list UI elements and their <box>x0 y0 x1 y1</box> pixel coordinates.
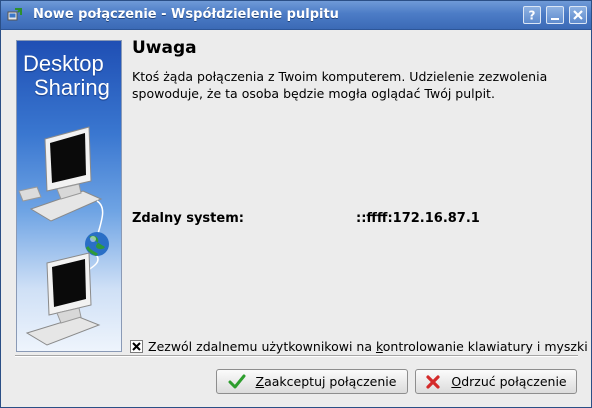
minimize-icon <box>551 18 559 20</box>
remote-system-label: Zdalny system: <box>132 211 244 226</box>
cross-icon <box>425 374 441 390</box>
title-bar[interactable]: Nowe połączenie - Współdzielenie pulpitu… <box>1 1 591 30</box>
allow-control-label[interactable]: Zezwól zdalnemu użytkownikowi na kontrol… <box>148 339 588 354</box>
dialog-message: Ktoś żąda połączenia z Twoim komputerem.… <box>132 69 548 101</box>
remote-system-value: ::ffff:172.16.87.1 <box>356 211 480 226</box>
computer-icon <box>25 252 101 346</box>
help-button[interactable]: ? <box>523 6 541 24</box>
app-icon[interactable] <box>7 7 23 23</box>
close-icon <box>573 10 583 20</box>
checkmark-icon <box>132 341 141 351</box>
computer-icon <box>18 126 103 222</box>
dialog-window: Nowe połączenie - Współdzielenie pulpitu… <box>0 0 592 408</box>
help-icon: ? <box>529 9 536 23</box>
separator <box>15 355 578 357</box>
allow-control-checkbox[interactable] <box>130 339 143 353</box>
globe-icon <box>85 232 109 257</box>
dialog-heading: Uwaga <box>132 38 197 58</box>
svg-text:?: ? <box>529 9 536 23</box>
desktop-sharing-banner: Desktop Sharing <box>16 40 122 352</box>
reject-connection-button[interactable]: Odrzuć połączenie <box>415 369 577 394</box>
dialog-content: Desktop Sharing Uwaga Ktoś żąda połączen… <box>1 30 591 407</box>
reject-connection-label: Odrzuć połączenie <box>451 374 567 389</box>
accept-connection-label: Zaakceptuj połączenie <box>255 374 397 389</box>
close-button[interactable] <box>569 6 587 24</box>
minimize-button[interactable] <box>546 6 564 24</box>
allow-control-option[interactable]: Zezwól zdalnemu użytkownikowi na kontrol… <box>130 337 588 355</box>
window-title: Nowe połączenie - Współdzielenie pulpitu <box>33 7 339 22</box>
computers-illustration <box>18 126 109 346</box>
checkmark-icon <box>228 374 246 390</box>
accept-connection-button[interactable]: Zaakceptuj połączenie <box>216 369 408 394</box>
